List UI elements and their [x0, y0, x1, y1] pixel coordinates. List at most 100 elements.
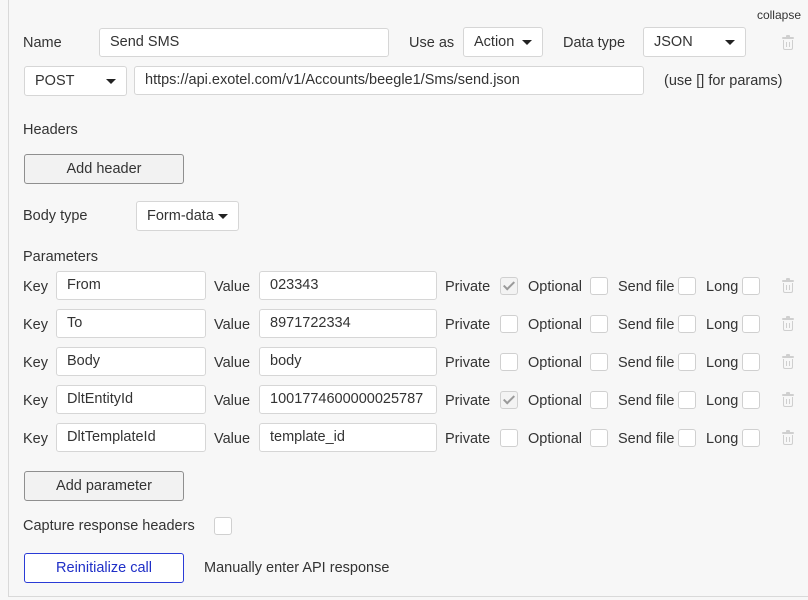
use-as-dropdown[interactable]: Action	[463, 27, 543, 57]
private-checkbox[interactable]	[500, 353, 518, 371]
send-file-checkbox[interactable]	[678, 391, 696, 409]
key-label: Key	[23, 279, 48, 295]
headers-title: Headers	[23, 122, 78, 138]
long-label: Long	[706, 279, 739, 295]
private-label: Private	[445, 279, 491, 295]
delete-parameter-icon[interactable]	[782, 392, 794, 407]
optional-checkbox[interactable]	[590, 315, 608, 333]
delete-parameter-icon[interactable]	[782, 278, 794, 293]
value-label: Value	[214, 317, 251, 333]
long-label: Long	[706, 393, 739, 409]
value-label: Value	[214, 431, 251, 447]
optional-label: Optional	[528, 317, 583, 333]
long-checkbox[interactable]	[742, 391, 760, 409]
delete-parameter-icon[interactable]	[782, 316, 794, 331]
optional-label: Optional	[528, 355, 583, 371]
data-type-dropdown[interactable]: JSON	[643, 27, 746, 57]
send-file-checkbox[interactable]	[678, 353, 696, 371]
parameter-row: Key DltEntityId Value 1001774600000025787 Pr…	[9, 385, 808, 415]
long-checkbox[interactable]	[742, 353, 760, 371]
long-label: Long	[706, 317, 739, 333]
body-type-value: Form-data	[147, 208, 214, 224]
parameter-row: Key Body Value body Private Optional Send file…	[9, 347, 808, 377]
long-checkbox[interactable]	[742, 429, 760, 447]
private-checkbox[interactable]	[500, 429, 518, 447]
parameter-row: Key From Value 023343 Private Optional Send fi…	[9, 271, 808, 301]
send-file-label: Send file	[618, 393, 675, 409]
optional-label: Optional	[528, 431, 583, 447]
capture-headers-label: Capture response headers	[23, 518, 195, 534]
add-header-button[interactable]: Add header	[24, 154, 184, 184]
parameter-value-input[interactable]: 8971722334	[259, 309, 437, 338]
add-parameter-button[interactable]: Add parameter	[24, 471, 184, 501]
long-checkbox[interactable]	[742, 277, 760, 295]
capture-headers-checkbox[interactable]	[214, 517, 232, 535]
send-file-label: Send file	[618, 355, 675, 371]
private-label: Private	[445, 431, 491, 447]
private-checkbox[interactable]	[500, 277, 518, 295]
long-label: Long	[706, 431, 739, 447]
collapse-link[interactable]: collapse	[757, 8, 801, 22]
parameter-value-input[interactable]: 023343	[259, 271, 437, 300]
value-label: Value	[214, 393, 251, 409]
parameters-title: Parameters	[23, 249, 98, 265]
private-checkbox[interactable]	[500, 315, 518, 333]
chevron-down-icon	[725, 40, 735, 45]
optional-checkbox[interactable]	[590, 353, 608, 371]
private-label: Private	[445, 355, 491, 371]
send-file-label: Send file	[618, 279, 675, 295]
optional-checkbox[interactable]	[590, 391, 608, 409]
method-value: POST	[35, 73, 75, 89]
use-as-label: Use as	[409, 35, 455, 51]
send-file-label: Send file	[618, 431, 675, 447]
key-label: Key	[23, 355, 48, 371]
delete-parameter-icon[interactable]	[782, 354, 794, 369]
method-dropdown[interactable]: POST	[24, 66, 127, 96]
send-file-label: Send file	[618, 317, 675, 333]
key-label: Key	[23, 431, 48, 447]
chevron-down-icon	[218, 214, 228, 219]
checkmark-icon	[502, 392, 516, 405]
parameter-row: Key To Value 8971722334 Private Optional Send …	[9, 309, 808, 339]
optional-label: Optional	[528, 279, 583, 295]
url-input[interactable]: https://api.exotel.com/v1/Accounts/beegl…	[134, 66, 644, 95]
use-as-value: Action	[474, 34, 515, 50]
checkmark-icon	[502, 278, 516, 291]
value-label: Value	[214, 355, 251, 371]
private-label: Private	[445, 393, 491, 409]
name-label: Name	[23, 35, 62, 51]
chevron-down-icon	[106, 79, 116, 84]
value-label: Value	[214, 279, 251, 295]
optional-label: Optional	[528, 393, 583, 409]
parameter-key-input[interactable]: Body	[56, 347, 206, 376]
parameter-value-input[interactable]: body	[259, 347, 437, 376]
parameter-key-input[interactable]: To	[56, 309, 206, 338]
send-file-checkbox[interactable]	[678, 315, 696, 333]
private-label: Private	[445, 317, 491, 333]
key-label: Key	[23, 317, 48, 333]
name-input[interactable]: Send SMS	[99, 28, 389, 57]
params-hint: (use [] for params)	[664, 73, 783, 89]
parameter-key-input[interactable]: From	[56, 271, 206, 300]
parameter-row: Key DltTemplateId Value template_id Private O…	[9, 423, 808, 453]
optional-checkbox[interactable]	[590, 277, 608, 295]
parameter-key-input[interactable]: DltEntityId	[56, 385, 206, 414]
send-file-checkbox[interactable]	[678, 429, 696, 447]
manual-response-link[interactable]: Manually enter API response	[204, 560, 389, 576]
long-checkbox[interactable]	[742, 315, 760, 333]
parameter-value-input[interactable]: 1001774600000025787	[259, 385, 437, 414]
delete-parameter-icon[interactable]	[782, 430, 794, 445]
body-type-dropdown[interactable]: Form-data	[136, 201, 239, 231]
parameter-value-input[interactable]: template_id	[259, 423, 437, 452]
body-type-label: Body type	[23, 208, 88, 224]
data-type-label: Data type	[563, 35, 626, 51]
delete-call-icon[interactable]	[782, 35, 794, 50]
key-label: Key	[23, 393, 48, 409]
reinitialize-call-button[interactable]: Reinitialize call	[24, 553, 184, 583]
send-file-checkbox[interactable]	[678, 277, 696, 295]
optional-checkbox[interactable]	[590, 429, 608, 447]
data-type-value: JSON	[654, 34, 693, 50]
api-call-panel: collapse Name Send SMS Use as Action Dat…	[8, 0, 808, 597]
parameter-key-input[interactable]: DltTemplateId	[56, 423, 206, 452]
private-checkbox[interactable]	[500, 391, 518, 409]
